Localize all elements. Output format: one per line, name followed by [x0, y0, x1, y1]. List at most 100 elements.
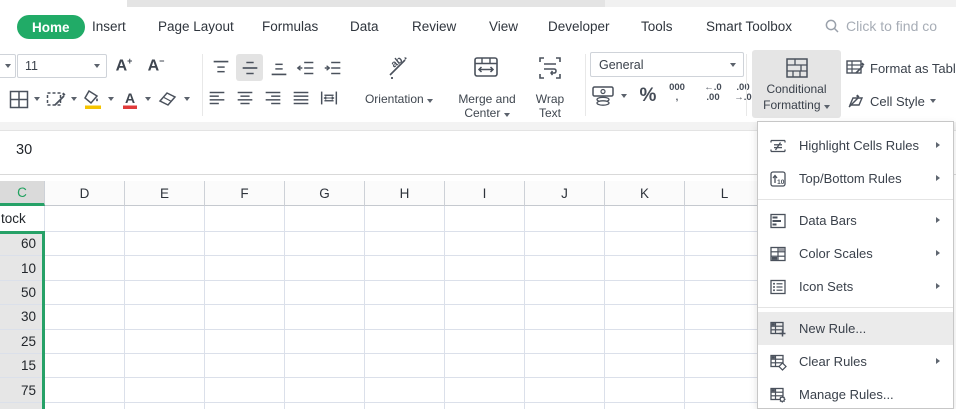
column-header-f[interactable]: F: [205, 181, 285, 206]
grid-cell[interactable]: [125, 305, 205, 330]
comma-style-button[interactable]: 000,: [660, 83, 694, 103]
grid-cell[interactable]: [125, 206, 205, 232]
grid-cell[interactable]: [285, 280, 365, 306]
tab-formulas[interactable]: Formulas: [262, 19, 318, 34]
distributed-button[interactable]: [316, 86, 341, 110]
grid-cell[interactable]: [605, 206, 685, 232]
search-box[interactable]: Click to find co: [824, 18, 937, 34]
grid-cell[interactable]: [205, 402, 285, 409]
caret-down-icon[interactable]: [34, 97, 40, 101]
grid-cell[interactable]: [125, 280, 205, 306]
cell-c-tock[interactable]: tock: [0, 206, 45, 232]
cell-c-15[interactable]: 15: [0, 353, 45, 379]
wrap-text-label[interactable]: Wrap Text: [527, 92, 573, 120]
grid-cell[interactable]: [605, 402, 685, 409]
grid-cell[interactable]: [45, 402, 125, 409]
grid-cell[interactable]: [285, 353, 365, 379]
grid-cell[interactable]: [365, 378, 445, 403]
tab-view[interactable]: View: [489, 19, 518, 34]
grid-cell[interactable]: [125, 402, 205, 409]
grid-cell[interactable]: [445, 402, 525, 409]
tab-home[interactable]: Home: [17, 15, 85, 39]
align-right-button[interactable]: [260, 86, 285, 110]
grid-cell[interactable]: [445, 329, 525, 354]
justify-button[interactable]: [288, 86, 313, 110]
column-header-g[interactable]: G: [285, 181, 365, 206]
grid-cell[interactable]: [285, 378, 365, 403]
tab-developer[interactable]: Developer: [548, 19, 610, 34]
align-center-button[interactable]: [232, 86, 257, 110]
grid-cell[interactable]: [45, 280, 125, 306]
font-name-combo[interactable]: [0, 54, 16, 78]
grid-cell[interactable]: [285, 206, 365, 232]
grid-cell[interactable]: [525, 353, 605, 379]
caret-down-icon[interactable]: [108, 97, 114, 101]
grid-cell[interactable]: [445, 305, 525, 330]
grid-cell[interactable]: [525, 305, 605, 330]
font-size-combo[interactable]: 11: [17, 54, 107, 78]
column-header-j[interactable]: J: [525, 181, 605, 206]
column-header-i[interactable]: I: [445, 181, 525, 206]
grid-cell[interactable]: [45, 232, 125, 257]
eraser-button[interactable]: [154, 86, 180, 112]
cell-style-button[interactable]: Cell Style: [845, 91, 936, 111]
grid-cell[interactable]: [605, 353, 685, 379]
grid-cell[interactable]: [685, 206, 765, 232]
menu-item-clear-rules[interactable]: Clear Rules: [758, 345, 953, 378]
grid-cell[interactable]: [45, 256, 125, 281]
grid-cell[interactable]: [445, 256, 525, 281]
cell-c-40[interactable]: 40: [0, 402, 45, 409]
grid-cell[interactable]: [685, 402, 765, 409]
conditional-formatting-button[interactable]: Conditional Formatting: [752, 50, 841, 118]
orientation-label[interactable]: Orientation: [352, 92, 446, 106]
increase-decimal-button[interactable]: ←.0.00: [698, 83, 728, 103]
grid-cell[interactable]: [445, 280, 525, 306]
column-header-e[interactable]: E: [125, 181, 205, 206]
grid-cell[interactable]: [365, 402, 445, 409]
grid-cell[interactable]: [605, 232, 685, 257]
cell-c-60[interactable]: 60: [0, 232, 45, 257]
column-header-h[interactable]: H: [365, 181, 445, 206]
grid-cell[interactable]: [205, 329, 285, 354]
grid-cell[interactable]: [205, 305, 285, 330]
grid-cell[interactable]: [125, 378, 205, 403]
grid-cell[interactable]: [125, 256, 205, 281]
draw-border-button[interactable]: [43, 86, 69, 112]
tab-data[interactable]: Data: [350, 19, 379, 34]
grid-cell[interactable]: [205, 353, 285, 379]
grid-cell[interactable]: [205, 206, 285, 232]
align-left-button[interactable]: [204, 86, 229, 110]
merge-and-center-button[interactable]: [470, 54, 502, 82]
caret-down-icon[interactable]: [145, 97, 151, 101]
grid-cell[interactable]: [285, 402, 365, 409]
grid-cell[interactable]: [125, 329, 205, 354]
caret-down-icon[interactable]: [621, 94, 627, 98]
menu-item-icon-sets[interactable]: Icon Sets: [758, 270, 953, 303]
grid-cell[interactable]: [205, 232, 285, 257]
grid-cell[interactable]: [445, 232, 525, 257]
number-format-combo[interactable]: General: [590, 52, 744, 77]
currency-format-button[interactable]: [589, 83, 617, 109]
increase-indent-button[interactable]: [320, 56, 345, 80]
grid-cell[interactable]: [685, 232, 765, 257]
grid-cell[interactable]: [445, 206, 525, 232]
grid-cell[interactable]: [445, 378, 525, 403]
grid-cell[interactable]: [685, 305, 765, 330]
grid-cell[interactable]: [525, 402, 605, 409]
fill-color-button[interactable]: [80, 86, 106, 112]
decrease-indent-button[interactable]: [293, 56, 318, 80]
grid-cell[interactable]: [685, 280, 765, 306]
align-top-button[interactable]: [208, 56, 233, 80]
grid-cell[interactable]: [285, 256, 365, 281]
cell-c-10[interactable]: 10: [0, 256, 45, 281]
grid-cell[interactable]: [525, 378, 605, 403]
grid-cell[interactable]: [365, 353, 445, 379]
menu-item-data-bars[interactable]: Data Bars: [758, 204, 953, 237]
tab-page-layout[interactable]: Page Layout: [158, 19, 234, 34]
column-header-l[interactable]: L: [685, 181, 765, 206]
decrease-font-size-button[interactable]: A−: [142, 54, 170, 78]
cell-c-30[interactable]: 30: [0, 305, 45, 330]
tab-review[interactable]: Review: [412, 19, 456, 34]
font-color-button[interactable]: A: [117, 86, 143, 112]
grid-cell[interactable]: [685, 378, 765, 403]
